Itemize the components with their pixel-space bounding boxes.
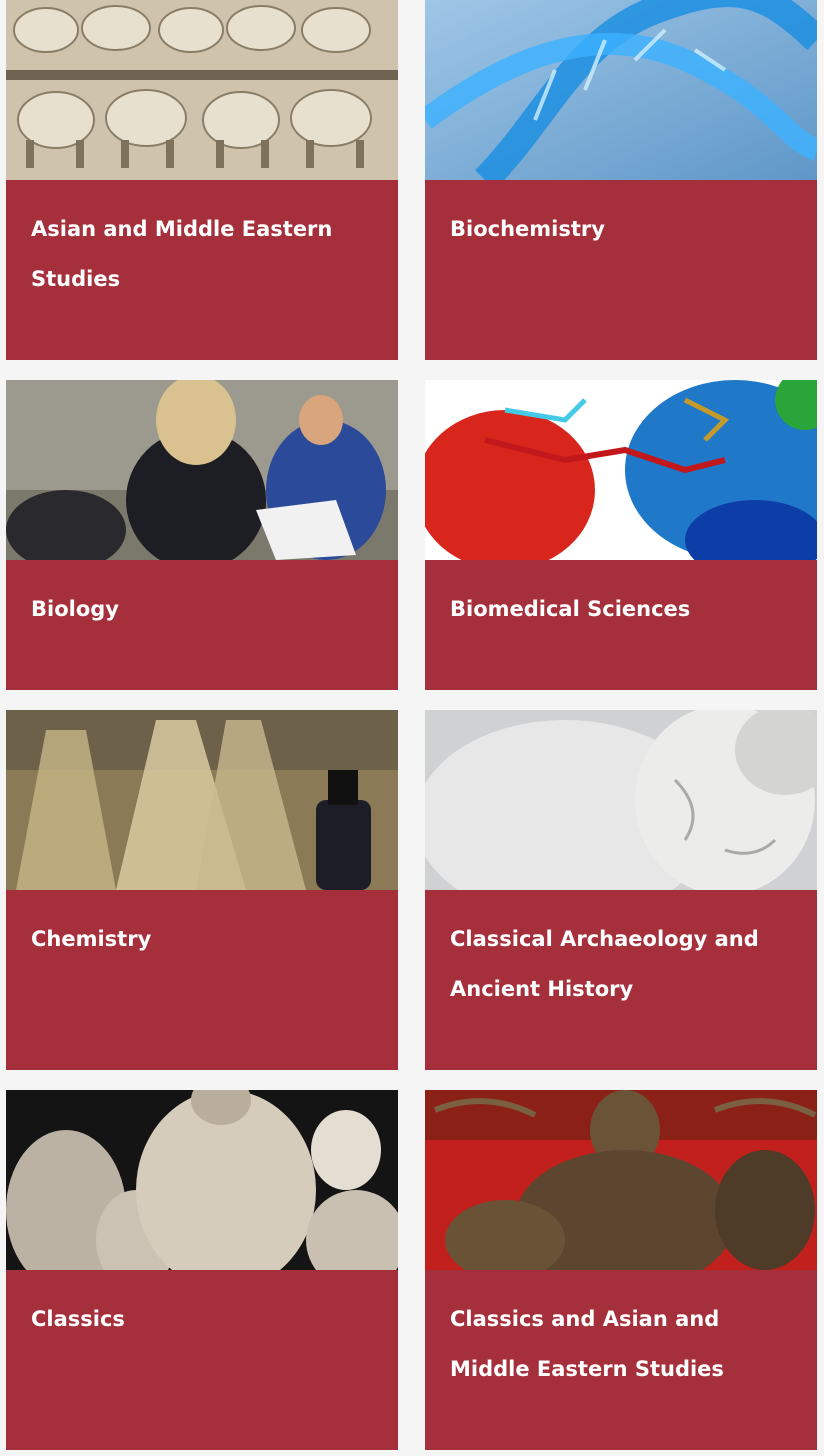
- course-title: Chemistry: [31, 927, 152, 951]
- course-card-chemistry[interactable]: Chemistry: [6, 710, 398, 1070]
- course-title: Biomedical Sciences: [450, 597, 691, 621]
- marble-head-statue-image: [425, 710, 817, 890]
- course-card-biomedical-sciences[interactable]: Biomedical Sciences: [425, 380, 817, 690]
- course-card-biology[interactable]: Biology: [6, 380, 398, 690]
- protein-structure-image: [425, 380, 817, 560]
- course-title: Classical Archaeology and Ancient Histor…: [450, 927, 759, 1001]
- ivory-elephant-relief-image: [6, 0, 398, 180]
- course-title: Biochemistry: [450, 217, 605, 241]
- glass-flasks-image: [6, 710, 398, 890]
- course-title: Asian and Middle Eastern Studies: [31, 217, 333, 291]
- students-fieldwork-image: [6, 380, 398, 560]
- course-card-classics-asian-middle-eastern-studies[interactable]: Classics and Asian and Middle Eastern St…: [425, 1090, 817, 1450]
- course-card-asian-middle-eastern-studies[interactable]: Asian and Middle Eastern Studies: [6, 0, 398, 360]
- course-title: Biology: [31, 597, 119, 621]
- course-title: Classics and Asian and Middle Eastern St…: [450, 1307, 724, 1381]
- course-card-biochemistry[interactable]: Biochemistry: [425, 0, 817, 360]
- dna-helix-image: [425, 0, 817, 180]
- course-card-classics[interactable]: Classics: [6, 1090, 398, 1450]
- course-title: Classics: [31, 1307, 125, 1331]
- bronze-deity-statue-image: [425, 1090, 817, 1270]
- classical-statues-image: [6, 1090, 398, 1270]
- course-card-classical-archaeology-ancient-history[interactable]: Classical Archaeology and Ancient Histor…: [425, 710, 817, 1070]
